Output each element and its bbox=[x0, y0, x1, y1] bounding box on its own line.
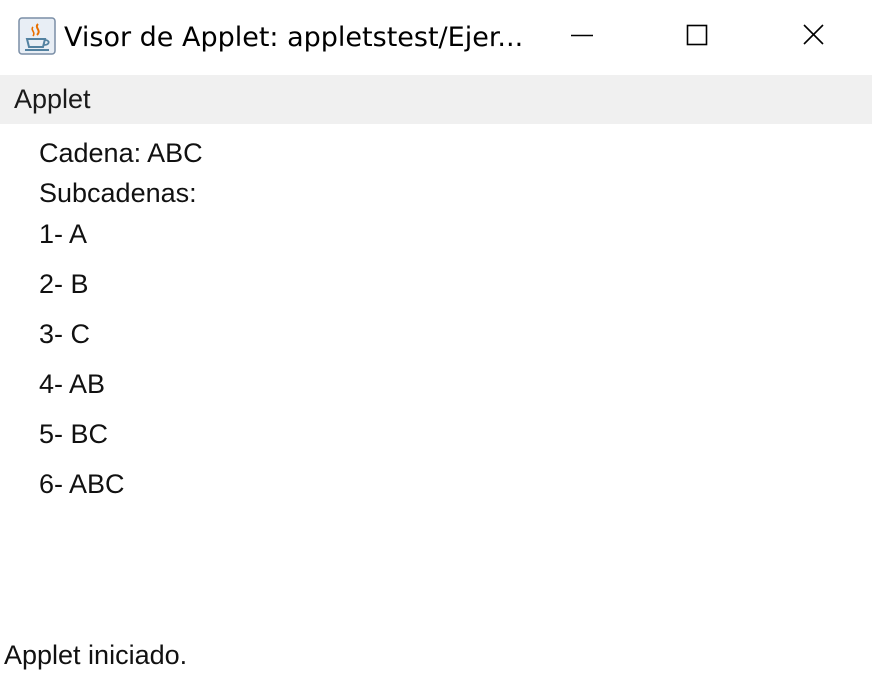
window-title: Visor de Applet: appletstest/Ejer... bbox=[64, 22, 524, 53]
subcadena-item: 6- ABC bbox=[39, 469, 125, 499]
subcadena-item: 5- BC bbox=[39, 419, 109, 449]
minimize-button[interactable] bbox=[524, 0, 640, 70]
subcadena-item: 3- C bbox=[39, 319, 91, 349]
maximize-icon bbox=[686, 24, 708, 46]
menu-bar: Applet bbox=[0, 75, 872, 124]
maximize-button[interactable] bbox=[640, 0, 756, 70]
status-bar-text: Applet iniciado. bbox=[4, 640, 188, 670]
close-button[interactable] bbox=[756, 0, 872, 70]
subcadena-item: 4- AB bbox=[39, 369, 106, 399]
cadena-label: Cadena: ABC bbox=[39, 138, 203, 168]
subcadena-item: 1- A bbox=[39, 219, 88, 249]
subcadenas-heading: Subcadenas: bbox=[39, 178, 197, 208]
close-icon bbox=[803, 24, 824, 45]
menu-applet[interactable]: Applet bbox=[8, 79, 97, 119]
java-coffee-icon[interactable] bbox=[18, 17, 56, 55]
title-bar[interactable]: Visor de Applet: appletstest/Ejer... bbox=[0, 0, 872, 74]
applet-viewer-window: Visor de Applet: appletstest/Ejer... App… bbox=[0, 0, 872, 682]
minimize-icon bbox=[571, 34, 593, 37]
subcadena-item: 2- B bbox=[39, 269, 89, 299]
applet-panel: Cadena: ABC Subcadenas: 1- A 2- B 3- C 4… bbox=[0, 124, 872, 634]
